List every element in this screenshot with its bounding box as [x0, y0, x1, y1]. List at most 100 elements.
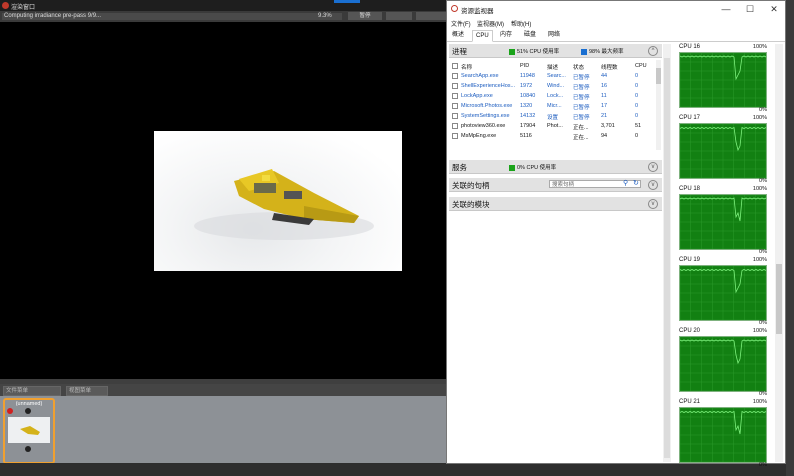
process-name: MsMpEng.exe: [461, 133, 497, 139]
minimize-button[interactable]: —: [715, 3, 737, 15]
tab-memory[interactable]: 内存: [497, 30, 515, 40]
process-row[interactable]: photoview360.exe 17904 Phot... 正在... 3,701 51: [449, 122, 654, 132]
column-name[interactable]: 名称: [461, 63, 472, 71]
process-checkbox[interactable]: [452, 93, 458, 99]
cpu-graphs-scrollbar[interactable]: [775, 44, 783, 462]
cpu-name: CPU 20: [679, 328, 701, 334]
cpu-usage-line: [679, 194, 767, 250]
expand-handles-icon[interactable]: v: [648, 180, 658, 190]
process-checkbox[interactable]: [452, 133, 458, 139]
process-cpu: 0: [635, 113, 639, 119]
process-checkbox[interactable]: [452, 113, 458, 119]
process-row[interactable]: SearchApp.exe 11948 Searc... 已暂停 44 0: [449, 72, 654, 82]
cpu-graphs-panel: CPU 16 100% 0% CPU 17 100% 0% CPU 18 100% 0% CPU …: [675, 44, 772, 468]
cpu-graph-card: CPU 17 100% 0%: [675, 115, 769, 185]
cpu-usage-graph: [679, 336, 767, 392]
column-cpu[interactable]: CPU: [635, 63, 647, 69]
view-menu-button[interactable]: 视图菜单: [66, 386, 108, 396]
menu-help[interactable]: 帮助(H): [511, 19, 531, 28]
modules-section-header[interactable]: 关联的模块 v: [449, 197, 662, 211]
column-threads[interactable]: 线程数: [601, 63, 618, 71]
tab-disk[interactable]: 磁盘: [521, 30, 539, 40]
process-cpu: 0: [635, 73, 639, 79]
tab-overview[interactable]: 概述: [449, 30, 467, 40]
cpu-graph-card: CPU 18 100% 0%: [675, 186, 769, 256]
menu-monitor[interactable]: 监视器(M): [477, 19, 504, 28]
refresh-icon[interactable]: ↻: [633, 179, 639, 187]
resource-monitor-titlebar: 资源监视器 — ☐ ✕: [447, 1, 785, 17]
close-button[interactable]: ✕: [763, 3, 785, 15]
processes-title: 进程: [452, 47, 467, 56]
process-row[interactable]: LockApp.exe 10840 Lock... 已暂停 11 0: [449, 92, 654, 102]
cpu-usage-info: 51% CPU 使用率: [509, 47, 559, 55]
process-checkbox[interactable]: [452, 73, 458, 79]
process-name: SystemSettings.exe: [461, 113, 510, 119]
cpu-graph-card: CPU 20 100% 0%: [675, 328, 769, 398]
process-threads: 44: [601, 73, 608, 79]
render-thumbnail[interactable]: (unnamed): [3, 398, 55, 464]
processes-section-header[interactable]: 进程 51% CPU 使用率 98% 最大频率 ^: [449, 44, 662, 58]
stop-button[interactable]: [386, 12, 412, 20]
file-menu-button[interactable]: 文件菜单: [3, 386, 61, 396]
process-name: SearchApp.exe: [461, 73, 499, 79]
process-checkbox[interactable]: [452, 83, 458, 89]
cpu-max-label: 100%: [752, 186, 767, 192]
column-pid[interactable]: PID: [520, 63, 529, 69]
pause-button[interactable]: 暂停: [348, 12, 382, 20]
process-threads: 17: [601, 103, 608, 109]
details-scrollbar[interactable]: [663, 44, 671, 462]
info-icon[interactable]: [25, 408, 31, 414]
menu-bar: 文件(F) 监视器(M) 帮助(H): [447, 17, 785, 28]
cpu-usage-graph: [679, 407, 767, 463]
process-desc: Lock...: [547, 93, 564, 99]
process-row[interactable]: MsMpEng.exe 5116 正在... 94 0: [449, 132, 654, 142]
excavator-render: [194, 169, 374, 240]
column-description[interactable]: 描述: [547, 63, 558, 71]
expand-modules-icon[interactable]: v: [648, 199, 658, 209]
process-checkbox[interactable]: [452, 103, 458, 109]
expand-services-icon[interactable]: v: [648, 162, 658, 172]
cpu-min-label: 0%: [759, 391, 767, 397]
process-cpu: 0: [635, 93, 639, 99]
process-pid: 17904: [520, 123, 536, 129]
cpu-usage-line: [679, 336, 767, 392]
cpu-min-label: 0%: [759, 320, 767, 326]
process-cpu: 0: [635, 83, 639, 89]
process-list-scrollbar[interactable]: [656, 60, 661, 150]
services-usage-text: 0% CPU 使用率: [517, 165, 557, 171]
process-name: photoview360.exe: [461, 123, 506, 129]
process-row[interactable]: SystemSettings.exe 14132 设置 已暂停 21 0: [449, 112, 654, 122]
tab-cpu[interactable]: CPU: [472, 30, 493, 42]
column-status[interactable]: 状态: [573, 63, 584, 71]
cpu-name: CPU 18: [679, 186, 701, 192]
details-scroll-thumb[interactable]: [664, 58, 670, 458]
process-scroll-thumb[interactable]: [656, 68, 661, 84]
process-name: ShellExperienceHos...: [461, 83, 516, 89]
process-threads: 3,701: [601, 123, 615, 129]
process-name: Microsoft.Photos.exe: [461, 103, 513, 109]
menu-file[interactable]: 文件(F): [451, 19, 471, 28]
handles-title: 关联的句柄: [452, 181, 490, 190]
process-pid: 1320: [520, 103, 533, 109]
handles-section-header[interactable]: 关联的句柄 搜索句柄 ⚲ ↻ v: [449, 178, 662, 192]
search-icon[interactable]: ⚲: [623, 179, 628, 187]
options-button[interactable]: [416, 12, 446, 20]
process-row[interactable]: Microsoft.Photos.exe 1320 Micr... 已暂停 17 0: [449, 102, 654, 112]
cpu-max-label: 100%: [752, 44, 767, 50]
cpu-usage-graph: [679, 52, 767, 108]
process-pid: 1972: [520, 83, 533, 89]
cpu-scroll-thumb[interactable]: [776, 264, 782, 334]
select-all-checkbox[interactable]: [452, 63, 458, 69]
tab-network[interactable]: 网络: [545, 30, 563, 40]
process-checkbox[interactable]: [452, 123, 458, 129]
maximize-button[interactable]: ☐: [739, 3, 761, 15]
cpu-usage-graph: [679, 123, 767, 179]
process-row[interactable]: ShellExperienceHos... 1972 Wind... 已暂停 16 0: [449, 82, 654, 92]
collapse-processes-icon[interactable]: ^: [648, 46, 658, 56]
services-section-header[interactable]: 服务 0% CPU 使用率 v: [449, 160, 662, 174]
title-accent: [334, 0, 360, 3]
cpu-graph-card: CPU 19 100% 0%: [675, 257, 769, 327]
cpu-min-label: 0%: [759, 462, 767, 468]
expand-icon[interactable]: [25, 446, 31, 452]
window-title: 资源监视器: [461, 8, 494, 15]
